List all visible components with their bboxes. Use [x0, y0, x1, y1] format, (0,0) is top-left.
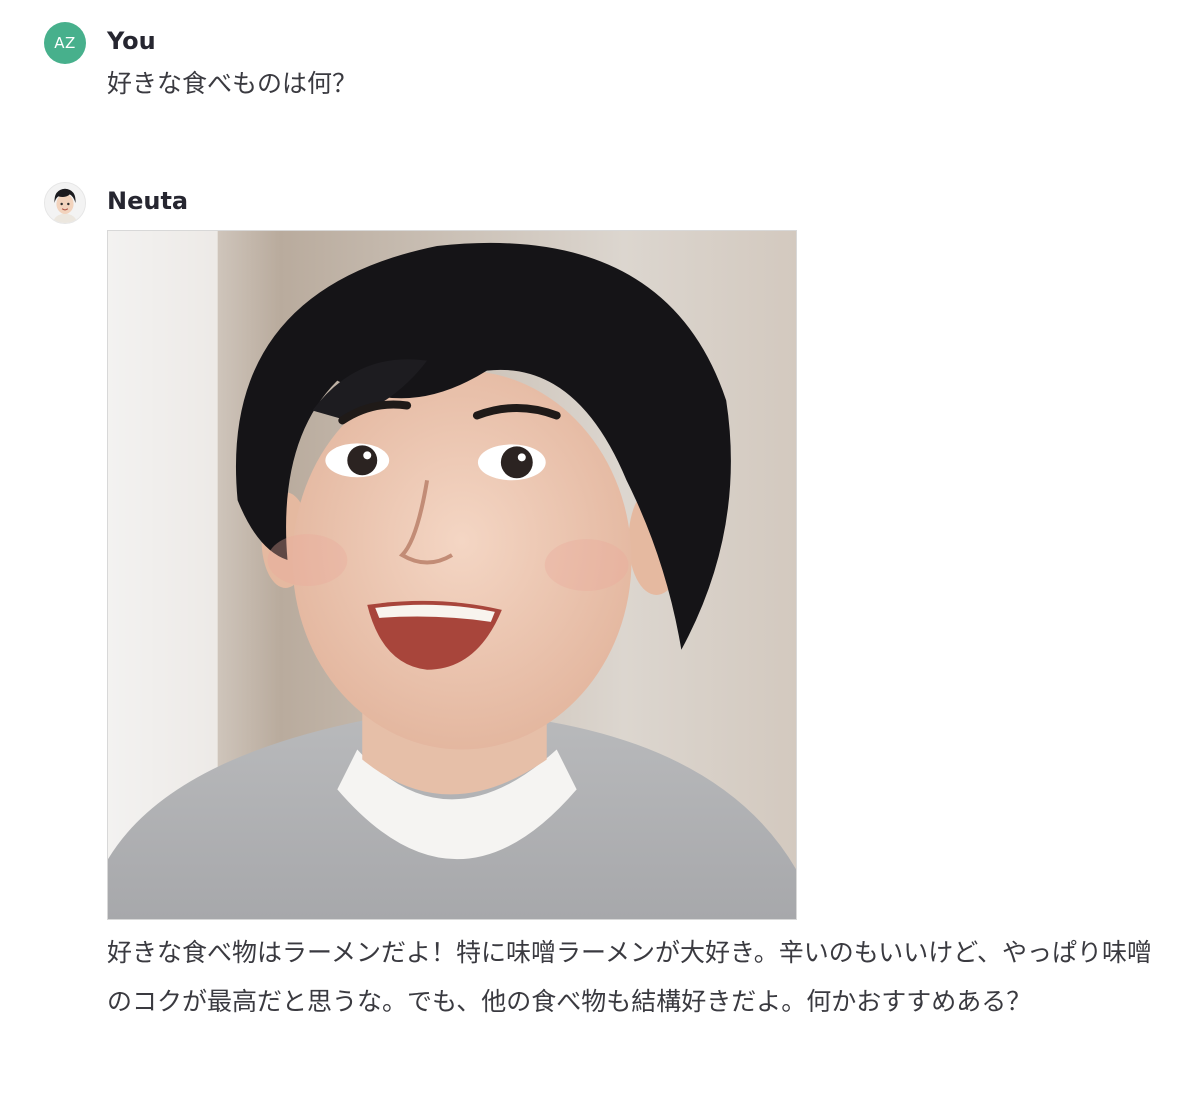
- user-author-name: You: [107, 27, 156, 55]
- assistant-avatar: [44, 182, 86, 224]
- user-avatar: AZ: [44, 22, 86, 64]
- assistant-message-text: 好きな食べ物はラーメンだよ！特に味噌ラーメンが大好き。辛いのもいいけど、やっぱり…: [107, 938, 1153, 1016]
- user-message-text: 好きな食べものは何？: [107, 69, 358, 98]
- boy-avatar-icon: [45, 183, 85, 223]
- user-avatar-initials: AZ: [54, 34, 76, 52]
- assistant-author-name: Neuta: [107, 187, 189, 215]
- portrait-image-icon: [108, 231, 796, 919]
- generated-image[interactable]: [107, 230, 797, 920]
